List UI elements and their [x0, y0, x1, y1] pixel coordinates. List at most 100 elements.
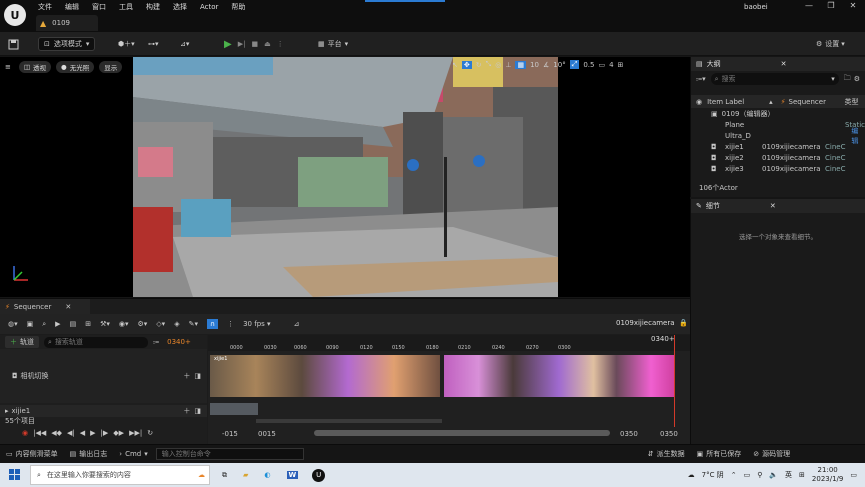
add-track-button[interactable]: ＋ 轨道 [5, 336, 39, 348]
file-explorer-icon[interactable]: ▰ [243, 471, 248, 479]
camera-cut-track[interactable]: ◘ 相机切换 ＋ ◨ [0, 349, 207, 403]
derived-data-button[interactable]: ⇵ 派生数据 [648, 449, 685, 459]
eject-icon[interactable]: ⏏ [264, 40, 271, 48]
network-icon[interactable]: ⚲ [757, 471, 762, 479]
view-mode-button[interactable]: ● 无光照 [56, 61, 95, 73]
save-all-button[interactable]: ▣ 所有已保存 [697, 449, 742, 459]
unreal-task-icon[interactable]: U [312, 468, 326, 482]
track-search-input[interactable]: ⌕ 搜索轨道 [44, 336, 148, 348]
loop-icon[interactable]: ↻ [147, 429, 153, 437]
camera-speed-value[interactable]: 4 [609, 61, 613, 69]
curve-editor-icon[interactable]: ⊿ [294, 320, 300, 328]
menu-select[interactable]: 选择 [173, 2, 187, 12]
fps-dropdown[interactable]: 30 fps ▾ [243, 320, 270, 328]
windows-start-icon[interactable] [9, 468, 20, 482]
console-input[interactable]: 输入控制台命令 [155, 448, 304, 460]
snap-options-icon[interactable]: ⋮ [227, 320, 234, 328]
blueprint-icon[interactable]: ⊶▾ [148, 36, 159, 52]
add-cut-icon[interactable]: ＋ [183, 371, 190, 381]
translate-icon[interactable]: ✥ [461, 60, 472, 69]
ime-mode-icon[interactable]: ⊞ [799, 471, 805, 479]
visibility-icon[interactable]: ◉ [696, 98, 702, 106]
shot-thumbnail-strip-1[interactable]: xijie1 [210, 355, 440, 397]
save-icon[interactable] [8, 36, 19, 52]
surface-snap-icon[interactable]: ⊥ [505, 61, 511, 69]
tray-chevron-icon[interactable]: ⌃ [731, 471, 737, 479]
step-forward-icon[interactable]: |▶ [101, 429, 109, 437]
rotate-icon[interactable]: ↻ [476, 61, 482, 69]
view-options-icon[interactable]: ◉▾ [119, 320, 129, 328]
timeline-scrollbar[interactable] [256, 419, 442, 423]
minimize-icon[interactable]: — [798, 1, 820, 10]
sequencer-tab[interactable]: ⚡ Sequencer ✕ [0, 299, 90, 314]
grid-snap-value[interactable]: 10 [530, 61, 539, 69]
menu-edit[interactable]: 编辑 [65, 2, 79, 12]
filter-icon[interactable]: ⩴▾ [696, 75, 706, 84]
weather-text[interactable]: 7°C 阴 [702, 470, 724, 480]
outliner-close-icon[interactable]: ✕ [781, 60, 787, 68]
level-viewport[interactable]: ≡ ◫ 透视 ● 无光照 显示 ↖ ✥ ↻ ⤡ ◎ ⊥ ▦ 10 ∡ 10° ⤢ 0… [0, 57, 690, 297]
keyframe-options-icon[interactable]: ⊞ [85, 320, 91, 328]
record-icon[interactable]: ◉ [22, 429, 28, 437]
clapboard-icon[interactable]: ▤ [70, 320, 77, 328]
rotation-snap-icon[interactable]: ∡ [543, 61, 549, 69]
menu-build[interactable]: 构建 [146, 2, 160, 12]
tools-icon[interactable]: ⚒▾ [100, 320, 110, 328]
add-key-icon[interactable]: ＋ [183, 406, 190, 416]
menu-window[interactable]: 窗口 [92, 2, 106, 12]
source-control-button[interactable]: ⊘ 源码管理 [753, 449, 790, 459]
menu-file[interactable]: 文件 [38, 2, 52, 12]
weather-widget-icon[interactable]: ☁ [198, 471, 205, 479]
range-start-outer[interactable]: -015 [222, 430, 238, 438]
next-key-icon[interactable]: ◆▶ [113, 429, 124, 437]
volume-icon[interactable]: 🔈 [769, 471, 778, 479]
tree-row[interactable]: ◘ xijie3 0109xijiecamera CineC [711, 163, 865, 174]
tree-row[interactable]: Plane Static [711, 119, 865, 130]
menu-tools[interactable]: 工具 [119, 2, 133, 12]
select-icon[interactable]: ↖ [452, 61, 458, 69]
play-options-icon[interactable]: ⋮ [277, 40, 284, 48]
render-movie-icon[interactable]: ▶ [55, 320, 60, 328]
time-ruler[interactable]: 0000 0030 0060 0090 0120 0150 0180 0210 … [208, 335, 690, 351]
play-icon[interactable]: ▶ [224, 39, 232, 50]
step-back-icon[interactable]: ◀| [67, 429, 75, 437]
shot-keyframe-bar[interactable] [210, 403, 258, 415]
col-type[interactable]: 类型 [845, 97, 859, 107]
battery-icon[interactable]: ▭ [744, 471, 751, 479]
lock-icon[interactable]: 🔒 [679, 319, 688, 327]
taskbar-search[interactable]: ⌕ 在这里输入你要搜索的内容 ☁ [30, 465, 210, 485]
add-actor-icon[interactable]: ⬢＋▾ [118, 36, 135, 52]
cinematics-icon[interactable]: ⊿▾ [180, 36, 189, 52]
sequencer-close-icon[interactable]: ✕ [65, 303, 71, 311]
reverse-icon[interactable]: ◀ [80, 429, 85, 437]
details-close-icon[interactable]: ✕ [770, 202, 776, 210]
camera-speed-icon[interactable]: ▭ [598, 61, 605, 69]
project-tab[interactable]: ▲ 0109 [36, 15, 98, 31]
world-icon[interactable]: ◍▾ [8, 320, 18, 328]
ime-indicator[interactable]: 英 [785, 470, 792, 480]
prev-key-icon[interactable]: ◀◆ [51, 429, 62, 437]
notification-icon[interactable]: ▭ [850, 471, 857, 479]
tree-root[interactable]: ▣ 0109（编辑器） [711, 108, 865, 119]
outliner-search-input[interactable]: ⌕ 搜索 ▾ [710, 73, 839, 85]
mode-dropdown[interactable]: ⊡ 选项模式 ▾ [38, 36, 96, 52]
weather-icon[interactable]: ☁ [688, 471, 695, 479]
seq-save-icon[interactable]: ▣ [27, 320, 34, 328]
play-seq-icon[interactable]: ▶ [90, 429, 95, 437]
scale-snap-icon[interactable]: ⤢ [569, 60, 580, 69]
auto-key-icon[interactable]: ◈ [174, 320, 179, 328]
task-view-icon[interactable]: ⧉ [222, 471, 227, 480]
playhead-line[interactable] [674, 335, 675, 427]
find-asset-icon[interactable]: ⌕ [42, 320, 46, 329]
clock[interactable]: 21:00 2023/1/9 [812, 466, 843, 484]
view-range-bar[interactable] [314, 430, 610, 436]
jump-end-icon[interactable]: ▶▶| [129, 429, 142, 437]
camera-icon[interactable]: ◨ [194, 407, 201, 415]
add-folder-icon[interactable]: 🗀 [844, 74, 851, 85]
outliner-settings-icon[interactable]: ⚙ [854, 75, 860, 83]
jump-start-icon[interactable]: |◀◀ [33, 429, 46, 437]
tree-row[interactable]: ◘ xijie1 0109xijiecamera CineC [711, 141, 865, 152]
camera-icon[interactable]: ◨ [194, 372, 201, 380]
platform-dropdown[interactable]: ▦ 平台 ▾ [318, 36, 348, 52]
settings-button[interactable]: ⚙ 设置 ▾ [816, 36, 845, 52]
